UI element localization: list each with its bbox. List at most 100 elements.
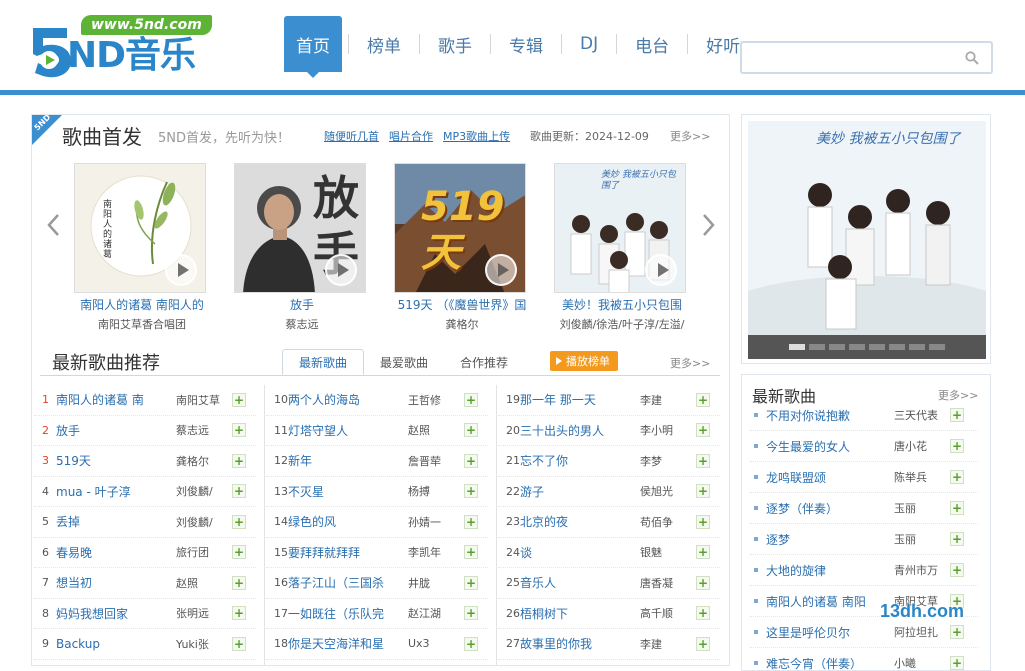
song-artist-link[interactable]: 赵照 [176,575,232,591]
song-artist-link[interactable]: 杨搏 [408,483,464,499]
song-artist-link[interactable]: 王哲修 [408,392,464,408]
song-title-link[interactable]: 三十出头的男人 [520,422,640,439]
song-artist-link[interactable]: 李建 [640,392,696,408]
premiere-more-link[interactable]: 更多>> [670,128,710,144]
add-to-playlist-icon[interactable]: + [464,392,478,407]
add-to-playlist-icon[interactable]: + [464,545,478,560]
album-title[interactable]: 519天 （《魔兽世界》国 [382,296,542,313]
add-to-playlist-icon[interactable]: + [696,484,710,499]
song-artist-link[interactable]: Yuki张 [176,636,232,652]
play-chart-button[interactable]: 播放榜单 [550,351,618,371]
song-artist-link[interactable]: 唐香凝 [640,575,696,591]
song-artist-link[interactable]: 高千顺 [640,605,696,621]
song-artist-link[interactable]: 玉丽 [894,531,950,547]
song-title-link[interactable]: 你是天空海洋和星 [288,635,408,652]
add-to-playlist-icon[interactable]: + [696,606,710,621]
add-to-playlist-icon[interactable]: + [232,392,246,407]
add-to-playlist-icon[interactable]: + [696,575,710,590]
song-title-link[interactable]: 忘不了你 [520,452,640,469]
add-to-playlist-icon[interactable]: + [464,484,478,499]
song-title-link[interactable]: 想当初 [56,574,176,591]
add-to-playlist-icon[interactable]: + [232,575,246,590]
add-to-playlist-icon[interactable]: + [232,606,246,621]
carousel-prev-icon[interactable] [46,213,60,237]
album-title[interactable]: 放手 [222,296,382,313]
add-to-playlist-icon[interactable]: + [950,439,964,453]
link-random-play[interactable]: 随便听几首 [324,128,379,144]
add-to-playlist-icon[interactable]: + [950,408,964,422]
add-to-playlist-icon[interactable]: + [232,453,246,468]
song-artist-link[interactable]: 井胧 [408,575,464,591]
search-input[interactable] [742,43,957,72]
add-to-playlist-icon[interactable]: + [696,545,710,560]
song-title-link[interactable]: 春易晚 [56,544,176,561]
song-artist-link[interactable]: 小曦 [894,655,950,670]
song-artist-link[interactable]: 青州市万 [894,562,950,578]
song-title-link[interactable]: 放手 [56,422,176,439]
search-icon[interactable] [965,51,979,65]
song-artist-link[interactable]: 刘俊麟/ [176,514,232,530]
link-record-cooperation[interactable]: 唱片合作 [389,128,433,144]
add-to-playlist-icon[interactable]: + [464,423,478,438]
play-icon[interactable] [325,254,357,286]
nav-singers[interactable]: 歌手 [426,16,484,72]
song-artist-link[interactable]: 李凯年 [408,544,464,560]
add-to-playlist-icon[interactable]: + [232,484,246,499]
site-logo[interactable]: www.5nd.com ND音乐 [27,12,212,78]
album-cover[interactable]: 南阳人的诸葛 [74,163,206,293]
banner-dot[interactable] [829,344,845,350]
banner-dot[interactable] [929,344,945,350]
add-to-playlist-icon[interactable]: + [696,423,710,438]
song-artist-link[interactable]: 苟佰争 [640,514,696,530]
recommend-more-link[interactable]: 更多>> [670,355,710,371]
add-to-playlist-icon[interactable]: + [696,636,710,651]
song-artist-link[interactable]: 刘俊麟/ [176,483,232,499]
album-artist[interactable]: 龚格尔 [382,316,542,332]
song-artist-link[interactable]: 蔡志远 [176,422,232,438]
song-title-link[interactable]: 逐梦（伴奏） [766,500,894,517]
add-to-playlist-icon[interactable]: + [696,514,710,529]
song-title-link[interactable]: 两个人的海岛 [288,391,408,408]
nav-radio[interactable]: 电台 [623,16,681,72]
tab-partner-recommend[interactable]: 合作推荐 [444,349,524,375]
song-artist-link[interactable]: 李小明 [640,422,696,438]
song-artist-link[interactable]: 唐小花 [894,438,950,454]
album-artist[interactable]: 刘俊麟/徐浩/叶子淳/左溢/ [542,316,702,332]
add-to-playlist-icon[interactable]: + [232,545,246,560]
banner-dot[interactable] [909,344,925,350]
song-artist-link[interactable]: 赵江湖 [408,605,464,621]
add-to-playlist-icon[interactable]: + [950,656,964,670]
nav-home[interactable]: 首页 [284,16,342,78]
add-to-playlist-icon[interactable]: + [950,532,964,546]
album-title[interactable]: 美妙！我被五小只包围 [542,296,702,313]
song-title-link[interactable]: 今生最爱的女人 [766,438,894,455]
add-to-playlist-icon[interactable]: + [232,423,246,438]
song-title-link[interactable]: 梧桐树下 [520,605,640,622]
add-to-playlist-icon[interactable]: + [464,453,478,468]
song-title-link[interactable]: 绿色的风 [288,513,408,530]
song-artist-link[interactable]: 李建 [640,636,696,652]
tab-favorite-songs[interactable]: 最爱歌曲 [364,349,444,375]
song-title-link[interactable]: 519天 [56,452,176,469]
play-icon[interactable] [485,254,517,286]
song-artist-link[interactable]: 龚格尔 [176,453,232,469]
song-artist-link[interactable]: 赵照 [408,422,464,438]
song-artist-link[interactable]: 三天代表 [894,407,950,423]
add-to-playlist-icon[interactable]: + [464,606,478,621]
add-to-playlist-icon[interactable]: + [464,575,478,590]
banner-dot[interactable] [809,344,825,350]
song-title-link[interactable]: 不灭星 [288,483,408,500]
song-title-link[interactable]: 要拜拜就拜拜 [288,544,408,561]
song-artist-link[interactable]: 旅行团 [176,544,232,560]
song-artist-link[interactable]: 侯旭光 [640,483,696,499]
song-artist-link[interactable]: 银魅 [640,544,696,560]
add-to-playlist-icon[interactable]: + [950,625,964,639]
add-to-playlist-icon[interactable]: + [696,392,710,407]
album-artist[interactable]: 蔡志远 [222,316,382,332]
song-title-link[interactable]: 那一年 那一天 [520,391,640,408]
song-artist-link[interactable]: 李梦 [640,453,696,469]
song-artist-link[interactable]: 南阳艾草 [176,392,232,408]
song-title-link[interactable]: 故事里的你我 [520,635,640,652]
song-title-link[interactable]: 龙鸣联盟颂 [766,469,894,486]
song-artist-link[interactable]: Ux3 [408,637,464,650]
